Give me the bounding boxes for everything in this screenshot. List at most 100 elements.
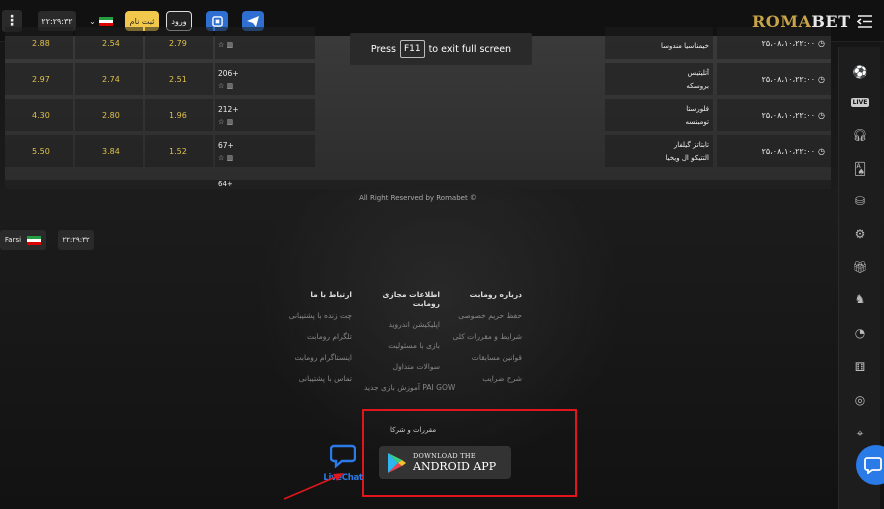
footer-link[interactable]: تلگرام رومابت [282,332,352,341]
clock-icon: ◷ [818,146,825,156]
match-info[interactable]: ☆ ▥ [215,27,315,59]
footer-clock: ۲۲:۲۹:۳۲ [58,230,94,250]
red-arrow-annotation [283,473,344,500]
match-time: ۲۵،۰۸،۱۰،۲۲:۰۰ ◷ [717,27,831,59]
footer-link[interactable]: چت زنده با پشتیبانی [282,311,352,320]
more-markets-count: 64+ [218,180,233,188]
match-info[interactable]: 212+ ☆ ▥ [215,99,315,131]
odd-away[interactable]: 2.79 [145,27,213,59]
time-text: ۲۵،۰۸،۱۰،۲۲:۰۰ [761,38,816,48]
favorite-stats-icons[interactable]: ☆ ▥ [218,118,233,126]
toast-rest: to exit full screen [428,43,512,55]
toast-key: F11 [399,40,425,58]
footer-link[interactable]: آموزش بازی جدید PAI GOW [364,383,455,392]
odd-draw[interactable]: 2.80 [75,99,143,131]
team-home: آتلیتیس [687,68,709,77]
odd-away[interactable]: 2.51 [145,63,213,95]
app-download-small: DOWNLOAD THE [413,452,476,460]
copyright-text: All Right Reserved by Romabet © [359,194,477,202]
headset-icon[interactable]: 🎧︎ [839,121,881,149]
odd-home[interactable]: 5.50 [5,135,73,167]
time-text: ۲۵،۰۸،۱۰،۲۲:۰۰ [761,146,816,156]
clock-icon: ◷ [818,110,825,120]
team-away: تومبنسه [685,117,709,126]
app-download-big: ANDROID APP [413,460,497,473]
team-away: التتیکو ال ویخیا [665,153,709,162]
time-text: ۲۵،۰۸،۱۰،۲۲:۰۰ [761,74,816,84]
favorite-stats-icons[interactable]: ☆ ▥ [218,41,233,49]
odd-away[interactable]: 1.96 [145,99,213,131]
partners-label: مقررات و شرکا [390,426,437,434]
google-play-icon [388,452,406,473]
footer-link[interactable]: حفظ حریم خصوصی [448,311,522,320]
footer-link[interactable]: شرایط و مقررات کلی [448,332,522,341]
esports-icon[interactable]: ⚙ [839,220,881,248]
match-teams[interactable]: فلورستا تومبنسه [605,99,713,131]
sports-icon[interactable]: ⚽ [839,58,881,86]
livechat-icon [329,444,357,469]
toast-press: Press [370,43,396,55]
more-markets-count: 212+ [218,104,239,114]
more-markets-count: 67+ [218,140,234,150]
cards-icon[interactable]: 🂡 [839,155,881,183]
odd-away[interactable]: 1.52 [145,135,213,167]
match-row[interactable]: 2.97 2.74 2.51 206+ ☆ ▥ آتلیتیس بروسکه ۲۵،… [5,61,831,97]
clock-icon: ◷ [818,38,825,48]
match-time: ۲۵،۰۸،۱۰،۲۲:۰۰ ◷ [717,135,831,167]
sidebar-toggle-icon[interactable] [856,13,874,29]
team-away: بروسکه [686,81,709,90]
favorite-stats-icons[interactable]: ☆ ▥ [218,82,233,90]
footer-link[interactable]: تماس با پشتیبانی [282,374,352,383]
time-text: ۲۵،۰۸،۱۰،۲۲:۰۰ [761,110,816,120]
footer-link[interactable]: شرح ضرایب [448,374,522,383]
match-time: ۲۵،۰۸،۱۰،۲۲:۰۰ ◷ [717,63,831,95]
footer-link[interactable]: سوالات متداول [364,362,440,371]
more-markets-count: 206+ [218,68,239,78]
dice-icon[interactable]: ⚅ [839,353,881,381]
android-app-highlight: مقررات و شرکا DOWNLOAD THE ANDROID APP [362,409,577,497]
footer-heading: درباره رومابت [469,290,522,299]
language-label: Farsi [4,236,22,244]
match-teams[interactable]: تابتاتز گیلفار التتیکو ال ویخیا [605,135,713,167]
crash-game-icon[interactable]: ◔ [839,319,881,347]
footer-column-contact: ارتباط با ما چت زنده با پشتیبانی تلگرام … [282,290,352,395]
team-away: خیمناسیا مندوسا [661,41,709,50]
telescope-icon[interactable]: ⌖ [839,419,881,447]
match-row[interactable]: 4.30 2.80 1.96 212+ ☆ ▥ فلورستا تومبنسه ۲۵… [5,97,831,133]
match-row-partial[interactable]: 64+ [5,180,831,189]
odd-home[interactable]: 4.30 [5,99,73,131]
live-icon[interactable]: LIVE [839,88,881,116]
android-app-download-button[interactable]: DOWNLOAD THE ANDROID APP [379,446,511,479]
footer-link[interactable]: اپلیکیشن اندروید [364,320,440,329]
odd-draw[interactable]: 2.74 [75,63,143,95]
fullscreen-notice: Press F11 to exit full screen [350,33,532,65]
footer-column-apps: اطلاعات مجازی رومابت اپلیکیشن اندروید با… [364,290,455,404]
favorite-stats-icons[interactable]: ☆ ▥ [218,154,233,162]
team-home: فلورستا [686,104,709,113]
match-time: ۲۵،۰۸،۱۰،۲۲:۰۰ ◷ [717,99,831,131]
profile-icon[interactable]: ◎ [839,386,881,414]
match-row[interactable]: 5.50 3.84 1.52 67+ ☆ ▥ تابتاتز گیلفار التت… [5,133,831,169]
footer-heading: ارتباط با ما [310,290,352,299]
team-home: تابتاتز گیلفار [673,140,709,149]
odd-draw[interactable]: 2.54 [75,27,143,59]
footer-link[interactable]: بازی با مسئولیت [364,341,440,350]
match-info[interactable]: 206+ ☆ ▥ [215,63,315,95]
footer-link[interactable]: اینستاگرام رومابت [282,353,353,362]
footer-heading: اطلاعات مجازی رومابت [382,290,440,308]
match-info[interactable]: 67+ ☆ ▥ [215,135,315,167]
right-sidebar: ⚽ LIVE 🎧︎ 🂡 ⛁ ⚙ 🎁︎ ♞ ◔ ⚅ ◎ ⌖ [838,47,880,509]
match-teams[interactable]: خیمناسیا مندوسا [605,27,713,59]
footer-column-about: درباره رومابت حفظ حریم خصوصی شرایط و مقر… [448,290,522,395]
odd-draw[interactable]: 3.84 [75,135,143,167]
gift-icon[interactable]: 🎁︎ [839,253,881,281]
poker-chips-icon[interactable]: ⛁ [839,187,881,215]
horse-racing-icon[interactable]: ♞ [839,285,881,313]
match-teams[interactable]: آتلیتیس بروسکه [605,63,713,95]
odd-home[interactable]: 2.97 [5,63,73,95]
language-button[interactable]: Farsi [0,230,46,250]
clock-icon: ◷ [818,74,825,84]
odd-home[interactable]: 2.88 [5,27,73,59]
iran-flag-icon [27,235,42,245]
footer-link[interactable]: قوانین مسابقات [448,353,522,362]
